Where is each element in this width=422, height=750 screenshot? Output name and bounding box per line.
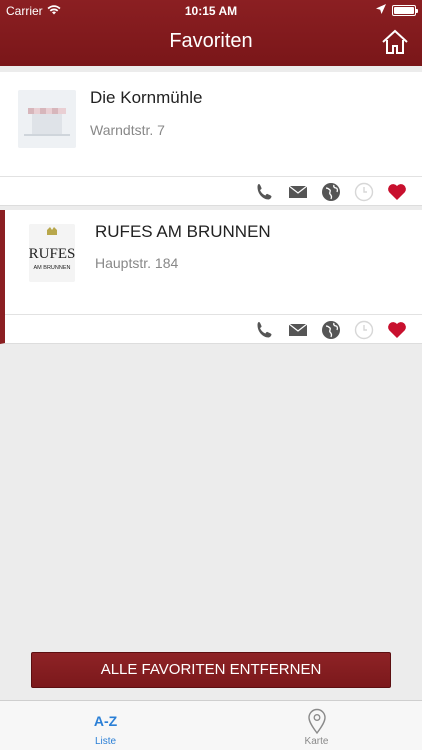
page-title: Favoriten (169, 30, 253, 52)
tab-label: Liste (94, 736, 117, 747)
place-name: Die Kornmühle (90, 88, 203, 107)
home-icon (380, 29, 410, 60)
status-time: 10:15 AM (184, 4, 238, 18)
card-actions (5, 314, 422, 344)
nav-bar: Carrier 10:15 AM Favoriten (0, 0, 422, 66)
az-icon-text: A-Z (93, 713, 118, 729)
heart-icon[interactable] (386, 319, 408, 341)
clock-icon[interactable] (353, 181, 375, 203)
status-right (376, 3, 418, 17)
favorite-card[interactable]: Die Kornmühle Warndtstr. 7 (0, 72, 422, 206)
az-icon: A-Z (0, 709, 211, 733)
tab-karte[interactable]: Karte (211, 701, 422, 750)
phone-icon[interactable] (254, 181, 276, 203)
email-icon[interactable] (287, 319, 309, 341)
map-pin-icon (211, 708, 422, 734)
tab-label: Karte (304, 736, 329, 747)
tab-bar: A-Z Liste Karte (0, 700, 422, 750)
card-actions (0, 176, 422, 206)
place-address: Warndtstr. 7 (90, 122, 165, 138)
logo-text-sub: AM BRUNNEN (34, 265, 71, 271)
location-arrow-icon (376, 3, 386, 17)
logo-text-main: RUFES (29, 246, 75, 262)
tab-liste[interactable]: A-Z Liste (0, 701, 211, 750)
place-name: RUFES AM BRUNNEN (95, 222, 271, 241)
remove-all-favorites-button[interactable]: ALLE FAVORITEN ENTFERNEN (31, 652, 391, 688)
status-bar: Carrier 10:15 AM (0, 0, 422, 22)
globe-icon[interactable] (320, 181, 342, 203)
email-icon[interactable] (287, 181, 309, 203)
globe-icon[interactable] (320, 319, 342, 341)
battery-icon (392, 4, 418, 16)
phone-icon[interactable] (254, 319, 276, 341)
heart-icon[interactable] (386, 181, 408, 203)
clock-icon[interactable] (353, 319, 375, 341)
favorites-list: Die Kornmühle Warndtstr. 7 RUFES AM BRUN… (0, 66, 422, 344)
favorite-card[interactable]: RUFES AM BRUNNEN RUFES AM BRUNNEN Haupts… (0, 210, 422, 344)
home-button[interactable] (380, 28, 410, 56)
place-address: Hauptstr. 184 (95, 255, 179, 271)
place-thumbnail (18, 90, 76, 148)
place-logo: RUFES AM BRUNNEN (29, 224, 75, 282)
